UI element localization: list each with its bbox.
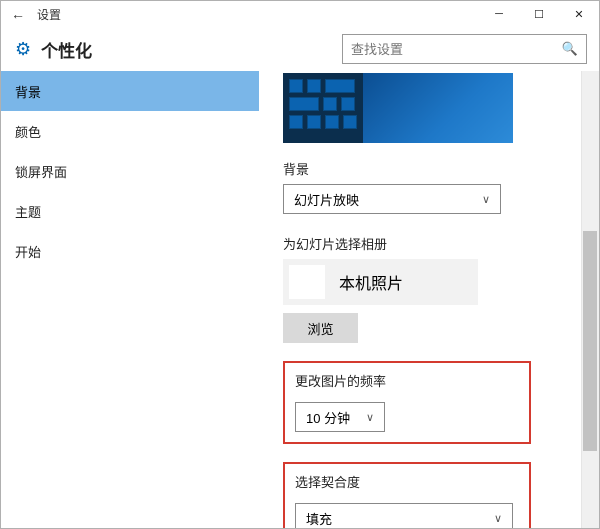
content: 背景 幻灯片放映 ∨ 为幻灯片选择相册 本机照片 浏览 更改图片的频率 10 分…: [259, 71, 599, 528]
sidebar-item-background[interactable]: 背景: [1, 71, 259, 111]
scrollbar-thumb[interactable]: [583, 231, 597, 451]
titlebar: ← 设置 ─ ☐ ✕: [1, 1, 599, 27]
desktop-preview: [283, 73, 513, 143]
window-title: 设置: [37, 6, 61, 23]
frequency-label: 更改图片的频率: [295, 371, 519, 390]
body: 背景 颜色 锁屏界面 主题 开始 背景: [1, 71, 599, 528]
search-box[interactable]: 🔍: [342, 34, 587, 64]
background-select-value: 幻灯片放映: [294, 190, 359, 209]
sidebar: 背景 颜色 锁屏界面 主题 开始: [1, 71, 259, 528]
sidebar-item-start[interactable]: 开始: [1, 231, 259, 271]
chevron-down-icon: ∨: [366, 411, 374, 424]
background-label: 背景: [283, 159, 579, 178]
header: ⚙ 个性化 🔍: [1, 27, 599, 71]
fit-select[interactable]: 填充 ∨: [295, 503, 513, 528]
album-thumbnail: [289, 265, 325, 299]
fit-label: 选择契合度: [295, 472, 519, 491]
scrollbar[interactable]: [581, 71, 599, 528]
sidebar-item-lockscreen[interactable]: 锁屏界面: [1, 151, 259, 191]
sidebar-item-colors[interactable]: 颜色: [1, 111, 259, 151]
search-icon: 🔍: [562, 41, 578, 57]
album-label: 为幻灯片选择相册: [283, 234, 579, 253]
back-button[interactable]: ←: [11, 6, 25, 22]
chevron-down-icon: ∨: [482, 193, 490, 206]
minimize-button[interactable]: ─: [479, 1, 519, 27]
close-button[interactable]: ✕: [559, 1, 599, 27]
chevron-down-icon: ∨: [494, 512, 502, 525]
fit-value: 填充: [306, 509, 332, 528]
album-row[interactable]: 本机照片: [283, 259, 478, 305]
sidebar-item-themes[interactable]: 主题: [1, 191, 259, 231]
maximize-button[interactable]: ☐: [519, 1, 559, 27]
settings-window: ← 设置 ─ ☐ ✕ ⚙ 个性化 🔍 背景 颜色 锁屏界面 主题 开始: [0, 0, 600, 529]
album-block: 本机照片 浏览: [283, 259, 579, 343]
browse-button[interactable]: 浏览: [283, 313, 358, 343]
album-name: 本机照片: [339, 270, 403, 294]
fit-highlight: 选择契合度 填充 ∨: [283, 462, 531, 528]
frequency-select[interactable]: 10 分钟 ∨: [295, 402, 385, 432]
frequency-highlight: 更改图片的频率 10 分钟 ∨: [283, 361, 531, 444]
window-controls: ─ ☐ ✕: [479, 1, 599, 27]
search-input[interactable]: [351, 42, 562, 57]
gear-icon: ⚙: [15, 39, 31, 60]
frequency-value: 10 分钟: [306, 408, 350, 427]
background-select[interactable]: 幻灯片放映 ∨: [283, 184, 501, 214]
page-title: 个性化: [41, 37, 92, 62]
